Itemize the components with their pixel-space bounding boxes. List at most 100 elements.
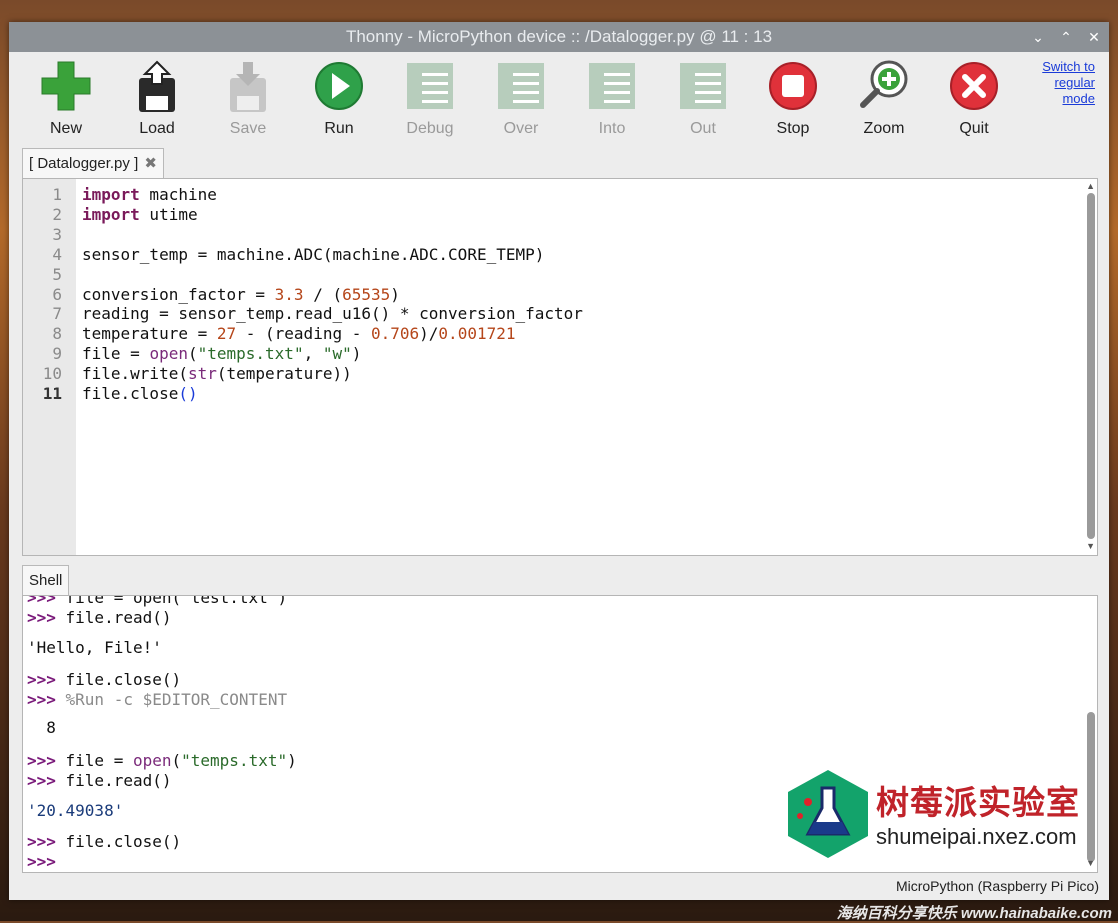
code-token: conversion_factor = [82,284,275,304]
shell-token: >>> [27,751,66,770]
code-line[interactable]: import machine [82,185,217,204]
code-token: 0.706 [370,324,420,344]
zoom-button[interactable]: Zoom [844,58,924,138]
code-line[interactable]: sensor_temp = machine.ADC(machine.ADC.CO… [82,245,544,264]
close-icon[interactable]: ✕ [1087,29,1101,46]
step-over-button[interactable]: Over [481,58,561,138]
plus-icon [41,61,91,111]
shell-line: >>> file.close() [27,832,181,851]
code-token: () [178,384,198,403]
shell-token: >>> [27,608,66,627]
quit-icon [950,62,998,110]
code-line[interactable]: file.write(str(temperature)) [82,364,352,383]
run-button[interactable]: Run [299,58,379,138]
shell-tab-label: Shell [29,572,63,589]
line-number: 7 [52,304,62,324]
shell-token: >>> [27,690,66,709]
stop-button[interactable]: Stop [753,58,833,138]
code-token: import [82,185,140,204]
footer-watermark: 海纳百科分享快乐 www.hainabaike.com [836,905,1112,922]
code-line[interactable]: reading = sensor_temp.read_u16() * conve… [82,304,583,323]
maximize-icon[interactable]: ⌃ [1059,29,1073,46]
step-into-button[interactable]: Into [572,58,652,138]
code-editor[interactable]: 1 2 3 4 5 6 7 8 9 10 11 import machine import utime… [22,178,1098,556]
code-token: temperature = [82,324,217,344]
code-token: )/ [419,324,439,344]
editor-tab-datalogger[interactable]: [ Datalogger.py ] ✖ [22,148,164,179]
shell-token: file.read() [65,608,172,627]
tab-close-icon[interactable]: ✖ [144,155,157,172]
code-token: file.write( [82,364,188,384]
step-out-button[interactable]: Out [663,58,743,138]
out-label: Out [690,120,716,137]
switch-mode-link[interactable]: Switch to regular mode [1015,59,1095,107]
new-button[interactable]: New [26,58,106,138]
line-number: 6 [52,284,62,304]
line-number: 5 [52,264,62,284]
code-token: "temps.txt" [197,344,304,364]
scroll-up-icon[interactable]: ▲ [1086,181,1095,191]
stop-label: Stop [776,120,810,137]
shell-token: file.close() [65,670,182,689]
code-line[interactable]: file = open("temps.txt", "w") [82,344,361,363]
shell-token: '20.49038' [27,801,124,820]
shell-scrollbar[interactable] [1087,712,1095,862]
debug-button[interactable]: Debug [390,58,470,138]
into-label: Into [598,120,626,137]
code-line[interactable]: temperature = 27 - (reading - 0.706)/0.0… [82,324,515,343]
code-token: 0.001721 [438,324,516,344]
scroll-down-icon[interactable]: ▼ [1086,541,1095,551]
editor-scrollbar[interactable] [1087,193,1095,539]
code-token: import [82,204,140,224]
save-button[interactable]: Save [208,58,288,138]
shell-line: 'Hello, File!' [27,638,162,657]
line-number: 9 [52,344,62,364]
code-line[interactable]: file.close() [82,384,198,403]
minimize-icon[interactable]: ⌄ [1031,29,1045,46]
shell-token: >>> [27,852,56,871]
switch-mode-line-1: Switch to [1042,59,1095,74]
shell-line: >>> %Run -c $EDITOR_CONTENT [27,690,287,709]
code-token: open [149,344,188,364]
shell-token: file.read() [65,771,172,790]
code-token: 27 [216,324,237,344]
load-button[interactable]: Load [117,58,197,138]
code-token: file.close [82,384,179,403]
shell-token: %Run -c $EDITOR_CONTENT [65,690,288,709]
code-token: ) [390,284,400,304]
shell-line: '20.49038' [27,801,123,820]
step-out-icon [680,63,726,109]
shell-line: >>> file.read() [27,771,172,790]
shell-token: "temps.txt" [181,751,288,770]
flask-logo-icon [788,770,868,858]
code-line[interactable]: import utime [82,205,198,224]
code-token: sensor_temp = machine.ADC(machine.ADC.CO… [82,244,545,264]
code-token: utime [139,204,198,224]
shell-token: >>> [27,832,66,851]
shell-scroll-down-icon[interactable]: ▼ [1086,858,1095,868]
code-token: ( [187,344,198,364]
shell-token: 8 [27,718,56,737]
code-token: , [303,344,323,364]
code-token: / ( [303,284,343,304]
editor-tab-label: [ Datalogger.py ] [29,155,139,172]
shell-tab[interactable]: Shell [22,565,70,596]
play-icon [315,62,363,110]
switch-mode-line-3: mode [1062,91,1095,106]
over-label: Over [503,120,539,137]
window-title: Thonny - MicroPython device :: /Datalogg… [345,27,773,46]
code-line[interactable]: conversion_factor = 3.3 / (65535) [82,285,400,304]
watermark-url: shumeipai.nxez.com [876,824,1077,849]
code-token: reading = sensor_temp.read_u16() * conve… [82,304,583,324]
shell-line: >>> file.close() [27,670,181,689]
quit-label: Quit [959,120,989,137]
code-token: str [187,364,217,384]
line-number: 1 [52,185,62,204]
step-into-icon [589,63,635,109]
shell-token: ) [287,751,297,770]
shell-token: file = [65,751,133,770]
quit-button[interactable]: Quit [934,58,1014,138]
shell-token: open [132,751,172,770]
line-number: 8 [52,324,62,344]
shell-token: ( [171,751,182,770]
